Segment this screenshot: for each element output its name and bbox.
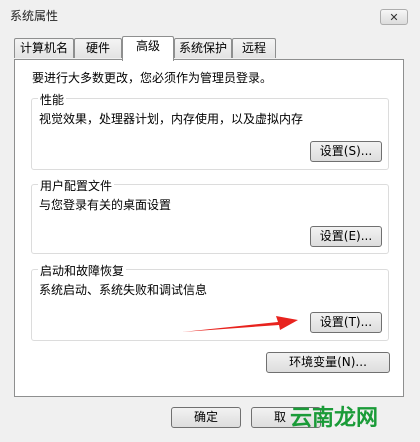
user-profile-group: 用户配置文件 与您登录有关的桌面设置 设置(E)... bbox=[31, 177, 389, 254]
admin-notice: 要进行大多数更改，您必须作为管理员登录。 bbox=[32, 71, 273, 85]
watermark-logo: 云南龙网 bbox=[290, 406, 379, 431]
red-arrow-annotation bbox=[182, 316, 298, 332]
tab-hardware[interactable]: 硬件 bbox=[74, 38, 122, 58]
ok-button[interactable]: 确定 bbox=[171, 407, 241, 428]
window-title: 系统属性 bbox=[10, 9, 59, 23]
user-profile-description: 与您登录有关的桌面设置 bbox=[39, 198, 172, 212]
tab-remote[interactable]: 远程 bbox=[232, 38, 276, 58]
startup-recovery-description: 系统启动、系统失败和调试信息 bbox=[39, 283, 208, 297]
user-profile-label: 用户配置文件 bbox=[38, 177, 115, 194]
startup-recovery-label: 启动和故障恢复 bbox=[38, 262, 127, 279]
performance-description: 视觉效果，处理器计划，内存使用，以及虚拟内存 bbox=[39, 112, 304, 126]
tab-system-protection[interactable]: 系统保护 bbox=[174, 38, 232, 58]
performance-group: 性能 视觉效果，处理器计划，内存使用，以及虚拟内存 设置(S)... bbox=[31, 91, 389, 170]
close-button[interactable]: ✕ bbox=[380, 9, 408, 25]
environment-variables-button[interactable]: 环境变量(N)... bbox=[266, 352, 390, 373]
tab-computer-name[interactable]: 计算机名 bbox=[14, 38, 74, 58]
user-profile-settings-button[interactable]: 设置(E)... bbox=[310, 226, 382, 247]
performance-settings-button[interactable]: 设置(S)... bbox=[310, 141, 382, 162]
tab-advanced[interactable]: 高级 bbox=[122, 36, 174, 61]
performance-label: 性能 bbox=[38, 91, 67, 108]
startup-recovery-settings-button[interactable]: 设置(T)... bbox=[310, 312, 382, 333]
advanced-panel: 要进行大多数更改，您必须作为管理员登录。 性能 视觉效果，处理器计划，内存使用，… bbox=[14, 59, 404, 397]
